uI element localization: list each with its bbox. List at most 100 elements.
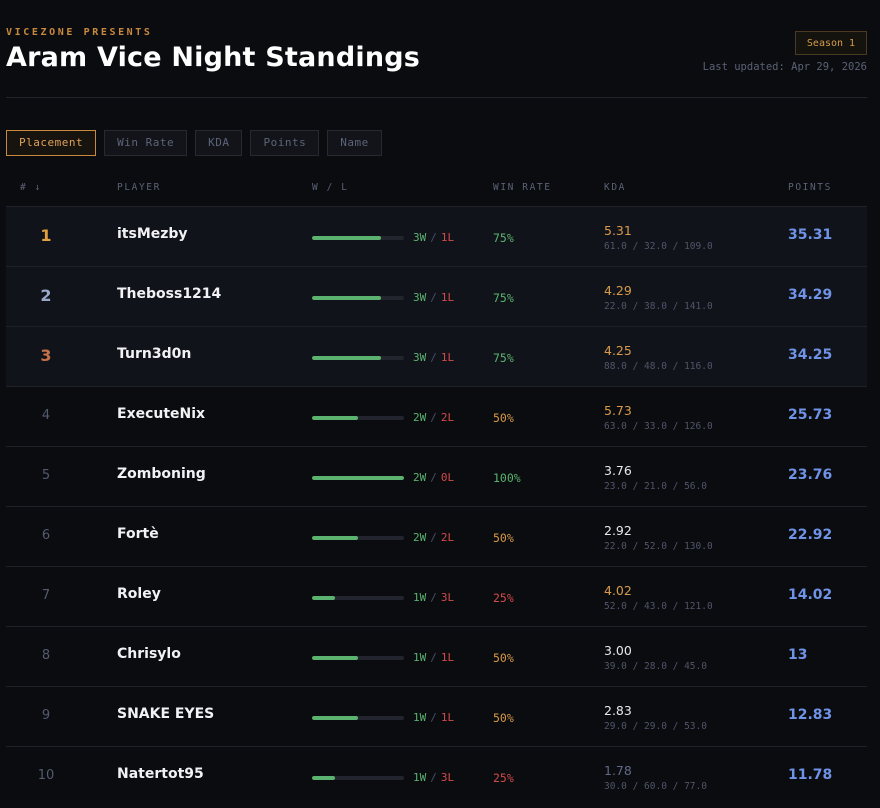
losses-count: 1L (440, 651, 455, 664)
kda-detail: 52.0 / 43.0 / 121.0 (604, 601, 713, 612)
wl-separator: / (430, 711, 437, 724)
player-name[interactable]: itsMezby (117, 226, 188, 242)
points-value: 23.76 (788, 467, 833, 483)
table-row[interactable]: 2 Theboss1214 3W/1L 75% 4.29 22.0 / 38.0… (6, 266, 867, 326)
column-header-winrate[interactable]: WIN RATE (493, 182, 552, 193)
table-row[interactable]: 10 Natertot95 1W/3L 25% 1.78 30.0 / 60.0… (6, 746, 867, 806)
sort-kda-button[interactable]: KDA (195, 130, 243, 156)
sort-points-button[interactable]: Points (250, 130, 320, 156)
wins-count: 1W (413, 771, 427, 784)
losses-count: 2L (440, 531, 455, 544)
win-loss-record: 1W/3L (413, 771, 454, 784)
player-name[interactable]: Fortè (117, 526, 159, 542)
kda-detail: 22.0 / 52.0 / 130.0 (604, 541, 713, 552)
win-loss-bar-fill (312, 296, 381, 300)
player-name[interactable]: Turn3d0n (117, 346, 191, 362)
kda-value: 1.78 (604, 763, 632, 778)
kda-detail: 61.0 / 32.0 / 109.0 (604, 241, 713, 252)
player-name[interactable]: Theboss1214 (117, 286, 221, 302)
kda-detail: 63.0 / 33.0 / 126.0 (604, 421, 713, 432)
wins-count: 3W (413, 291, 427, 304)
kda-value: 3.00 (604, 643, 632, 658)
kda-value: 4.25 (604, 343, 632, 358)
points-value: 11.78 (788, 767, 833, 783)
table-row[interactable]: 6 Fortè 2W/2L 50% 2.92 22.0 / 52.0 / 130… (6, 506, 867, 566)
win-loss-record: 1W/1L (413, 711, 454, 724)
win-loss-bar-fill (312, 716, 358, 720)
win-rate-value: 50% (493, 651, 514, 665)
kda-detail: 30.0 / 60.0 / 77.0 (604, 781, 707, 792)
rank-number: 9 (41, 708, 51, 723)
kda-value: 5.73 (604, 403, 632, 418)
wins-count: 3W (413, 351, 427, 364)
wins-count: 2W (413, 531, 427, 544)
page-title: Aram Vice Night Standings (6, 42, 421, 73)
win-loss-bar (312, 776, 404, 780)
wins-count: 1W (413, 711, 427, 724)
rank-number: 7 (41, 588, 51, 603)
win-loss-record: 2W/0L (413, 471, 454, 484)
table-row[interactable]: 1 itsMezby 3W/1L 75% 5.31 61.0 / 32.0 / … (6, 206, 867, 266)
win-loss-bar (312, 476, 404, 480)
losses-count: 1L (440, 711, 455, 724)
table-row[interactable]: 3 Turn3d0n 3W/1L 75% 4.25 88.0 / 48.0 / … (6, 326, 867, 386)
wl-separator: / (430, 651, 437, 664)
losses-count: 1L (440, 351, 455, 364)
table-row[interactable]: 7 Roley 1W/3L 25% 4.02 52.0 / 43.0 / 121… (6, 566, 867, 626)
losses-count: 0L (440, 471, 455, 484)
win-loss-bar (312, 596, 404, 600)
standings-page: VICEZONE PRESENTS Aram Vice Night Standi… (0, 0, 880, 808)
column-header-kda[interactable]: KDA (604, 182, 626, 193)
rank-number: 6 (41, 528, 51, 543)
column-header-player[interactable]: PLAYER (117, 182, 161, 193)
player-name[interactable]: Roley (117, 586, 161, 602)
kda-value: 4.02 (604, 583, 632, 598)
kda-detail: 88.0 / 48.0 / 116.0 (604, 361, 713, 372)
losses-count: 1L (440, 231, 455, 244)
table-row[interactable]: 5 Zomboning 2W/0L 100% 3.76 23.0 / 21.0 … (6, 446, 867, 506)
win-loss-bar-fill (312, 356, 381, 360)
win-loss-bar (312, 236, 404, 240)
losses-count: 3L (440, 771, 455, 784)
win-loss-bar (312, 416, 404, 420)
win-loss-record: 2W/2L (413, 411, 454, 424)
table-row[interactable]: 8 Chrisylo 1W/1L 50% 3.00 39.0 / 28.0 / … (6, 626, 867, 686)
win-rate-value: 100% (493, 471, 521, 485)
wl-separator: / (430, 291, 437, 304)
win-rate-value: 75% (493, 351, 514, 365)
player-name[interactable]: Natertot95 (117, 766, 204, 782)
player-name[interactable]: ExecuteNix (117, 406, 205, 422)
wl-separator: / (430, 591, 437, 604)
sort-placement-button[interactable]: Placement (6, 130, 97, 156)
win-loss-record: 3W/1L (413, 351, 454, 364)
win-loss-bar-fill (312, 656, 358, 660)
wl-separator: / (430, 471, 437, 484)
win-rate-value: 50% (493, 711, 514, 725)
win-loss-bar (312, 296, 404, 300)
wl-separator: / (430, 231, 437, 244)
sort-name-button[interactable]: Name (327, 130, 382, 156)
season-badge[interactable]: Season 1 (795, 31, 867, 55)
points-value: 25.73 (788, 407, 833, 423)
standings-table: 1 itsMezby 3W/1L 75% 5.31 61.0 / 32.0 / … (6, 206, 867, 806)
kda-value: 3.76 (604, 463, 632, 478)
player-name[interactable]: SNAKE EYES (117, 706, 214, 722)
player-name[interactable]: Zomboning (117, 466, 206, 482)
header-divider (6, 97, 867, 98)
last-updated-text: Last updated: Apr 29, 2026 (702, 61, 867, 73)
win-rate-value: 75% (493, 291, 514, 305)
sort-winrate-button[interactable]: Win Rate (104, 130, 188, 156)
win-rate-value: 25% (493, 591, 514, 605)
column-header-rank[interactable]: # ↓ (20, 182, 42, 193)
losses-count: 3L (440, 591, 455, 604)
wins-count: 3W (413, 231, 427, 244)
rank-number: 10 (37, 768, 55, 783)
wl-separator: / (430, 351, 437, 364)
losses-count: 2L (440, 411, 455, 424)
kda-detail: 23.0 / 21.0 / 56.0 (604, 481, 707, 492)
column-header-wl[interactable]: W / L (312, 182, 349, 193)
column-header-points[interactable]: POINTS (788, 182, 832, 193)
table-row[interactable]: 9 SNAKE EYES 1W/1L 50% 2.83 29.0 / 29.0 … (6, 686, 867, 746)
table-row[interactable]: 4 ExecuteNix 2W/2L 50% 5.73 63.0 / 33.0 … (6, 386, 867, 446)
player-name[interactable]: Chrisylo (117, 646, 181, 662)
